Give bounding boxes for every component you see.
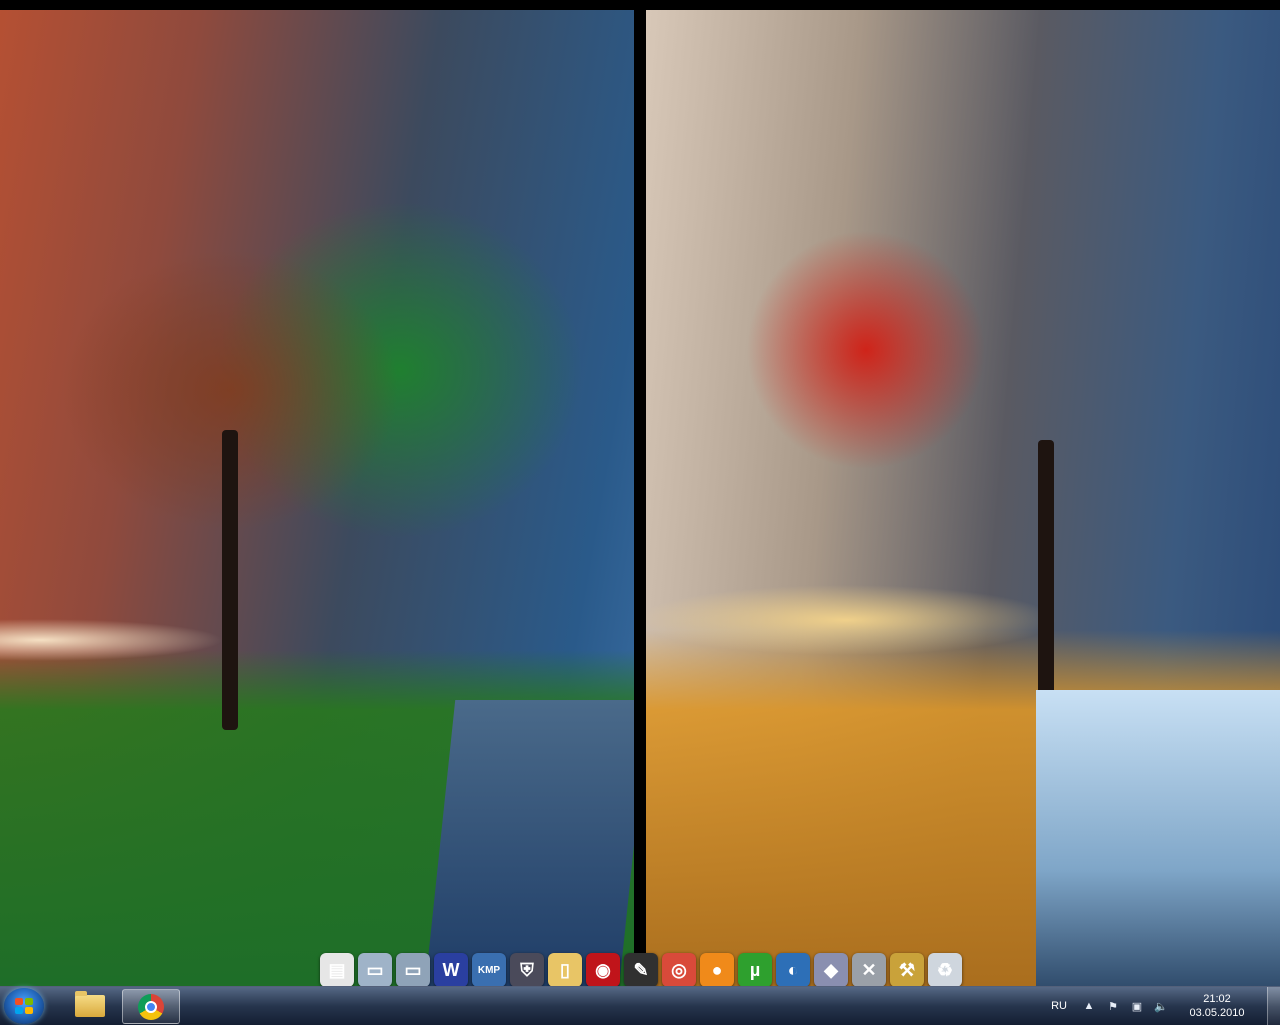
desktop-dock: ▤ ▭ ▭ W KMP ⛨ ▯ ◉ ✎ ◎ ● µ ◐ ◆ ✕ ⚒ ♻ [320,947,962,987]
folder-icon[interactable]: ▯ [548,953,582,987]
network-icon[interactable]: ▣ [1129,998,1145,1014]
chrome-icon[interactable]: ◎ [662,953,696,987]
folder-stack-icon[interactable]: ▭ [358,953,392,987]
crystal-icon[interactable]: ◆ [814,953,848,987]
folder-stack-icon[interactable]: ▭ [396,953,430,987]
headset-globe-icon[interactable]: ◐ [776,953,810,987]
taskbar-explorer-button[interactable] [62,989,118,1022]
utorrent-icon[interactable]: µ [738,953,772,987]
show-desktop-button[interactable] [1267,987,1280,1025]
kmplayer-icon[interactable]: KMP [472,953,506,987]
world-of-warcraft-icon[interactable]: W [434,953,468,987]
clock-date: 03.05.2010 [1189,1007,1245,1019]
recycle-bin-icon[interactable]: ♻ [928,953,962,987]
action-center-icon[interactable]: ⚑ [1105,998,1121,1014]
tree-trunk [1038,440,1054,730]
garena-icon[interactable]: ◉ [586,953,620,987]
tree-trunk [222,430,238,730]
wallpaper-left-panel [0,10,634,986]
language-indicator[interactable]: RU [1051,1000,1067,1012]
system-tray: RU ▲ ⚑ ▣ 🔈 21:02 03.05.2010 [1051,987,1280,1025]
tools-icon[interactable]: ✕ [852,953,886,987]
taskbar-chrome-button[interactable] [122,989,180,1024]
clock-time: 21:02 [1203,993,1231,1005]
orange-ball-icon[interactable]: ● [700,953,734,987]
pen-tool-icon[interactable]: ✎ [624,953,658,987]
chrome-icon [138,993,164,1020]
clock[interactable]: 21:02 03.05.2010 [1177,992,1257,1020]
volume-icon[interactable]: 🔈 [1153,998,1169,1014]
desktop-wallpaper [0,0,1280,986]
shield-icon[interactable]: ⛨ [510,953,544,987]
hammer-icon[interactable]: ⚒ [890,953,924,987]
wallpaper-right-panel [646,10,1280,986]
document-icon[interactable]: ▤ [320,953,354,987]
start-button[interactable] [4,988,44,1024]
folder-icon [75,990,105,1017]
windows-logo-icon [15,998,33,1014]
taskbar: RU ▲ ⚑ ▣ 🔈 21:02 03.05.2010 [0,986,1280,1025]
chevron-up-icon[interactable]: ▲ [1081,998,1097,1014]
